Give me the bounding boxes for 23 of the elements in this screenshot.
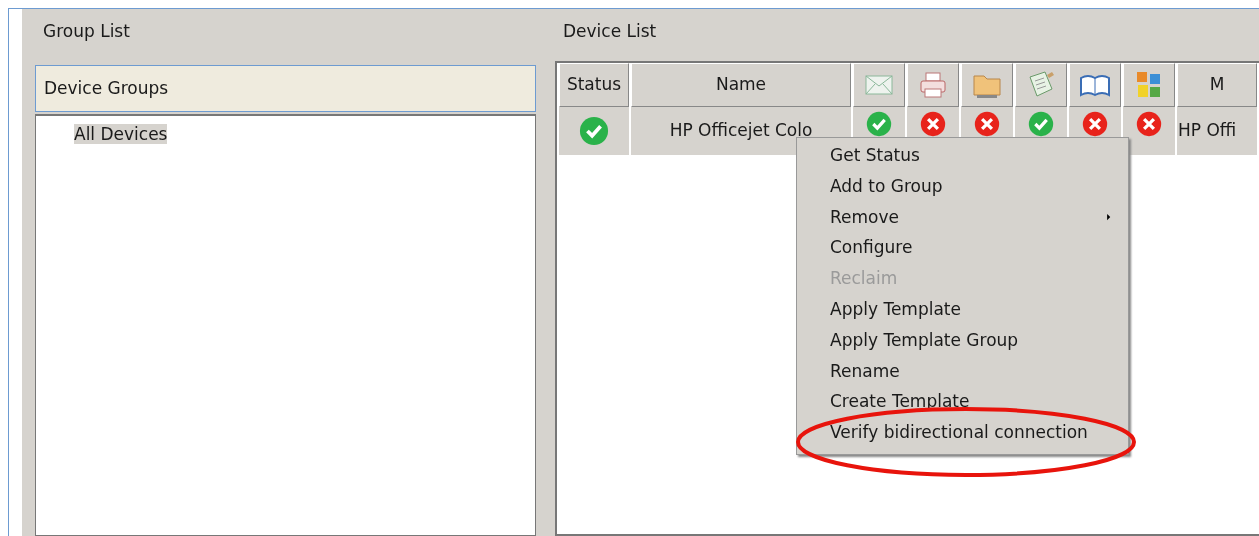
menu-item[interactable]: Create Template [797,388,1128,420]
icon-column-header[interactable] [853,63,905,107]
icon-column-header[interactable] [1123,63,1175,107]
menu-item[interactable]: Remove [797,203,1128,235]
menu-item[interactable]: Apply Template Group [797,326,1128,358]
column-header[interactable]: M [1177,63,1257,107]
menu-item[interactable]: Rename [797,357,1128,389]
panel-header: Device Groups [35,65,536,112]
icon-column-header[interactable] [907,63,959,107]
panel-title: Device List [563,21,657,41]
column-header[interactable]: Name [631,63,851,107]
menu-item[interactable]: Configure [797,234,1128,266]
panel-title: Group List [43,21,130,41]
printer-icon [917,69,949,101]
icon-column-header[interactable] [1069,63,1121,107]
icon-column-header[interactable] [961,63,1013,107]
tree-item[interactable]: All Devices [74,124,168,144]
menu-item[interactable]: Apply Template [797,296,1128,327]
table-cell: HP Offi [1177,107,1257,155]
menu-item[interactable]: Get Status [797,142,1128,173]
icon-column-header[interactable] [1015,63,1067,107]
column-header[interactable]: Status [559,63,629,107]
menu-item[interactable]: Add to Group [797,172,1128,204]
